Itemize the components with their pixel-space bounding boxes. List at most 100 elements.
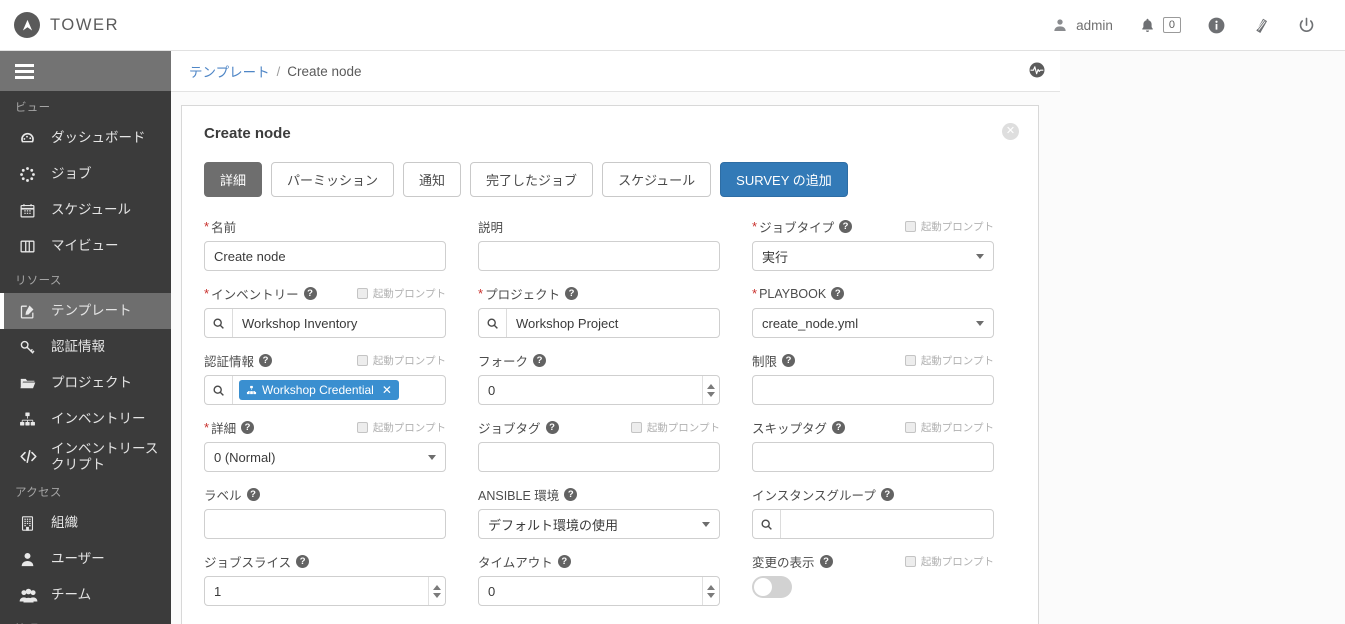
help-icon[interactable]: ?	[546, 421, 559, 434]
inventory-lookup[interactable]: Workshop Inventory	[204, 308, 446, 338]
tab-2[interactable]: 通知	[403, 162, 461, 197]
prompt-on-launch-limit[interactable]: 起動プロンプト	[905, 353, 994, 368]
tab-0[interactable]: 詳細	[204, 162, 262, 197]
help-icon[interactable]: ?	[782, 354, 795, 367]
field-timeout: タイムアウト ?	[478, 552, 720, 606]
checkbox-icon[interactable]	[905, 221, 916, 232]
instance-group-lookup[interactable]	[752, 509, 994, 539]
limit-input[interactable]	[752, 375, 994, 405]
docs-button[interactable]	[1239, 0, 1284, 50]
prompt-on-launch-job-type[interactable]: 起動プロンプト	[905, 219, 994, 234]
label-text: スキップタグ	[752, 418, 827, 437]
sidebar-item-template[interactable]: テンプレート	[0, 293, 171, 329]
tab-1[interactable]: パーミッション	[271, 162, 394, 197]
brand-logo-group[interactable]: TOWER	[14, 12, 119, 38]
ansible-env-select[interactable]: デフォルト環境の使用	[478, 509, 720, 539]
job-type-select[interactable]: 実行	[752, 241, 994, 271]
help-icon[interactable]: ?	[304, 287, 317, 300]
sidebar-item-person[interactable]: ユーザー	[0, 541, 171, 577]
tab-5[interactable]: SURVEY の追加	[720, 162, 848, 197]
help-icon[interactable]: ?	[820, 555, 833, 568]
skip-tags-input[interactable]	[752, 442, 994, 472]
prompt-label: 起動プロンプト	[373, 286, 446, 301]
sidebar-item-key[interactable]: 認証情報	[0, 329, 171, 365]
stepper-arrows-icon[interactable]	[702, 376, 719, 404]
credential-lookup[interactable]: Workshop Credential ✕	[204, 375, 446, 405]
notifications-button[interactable]: 0	[1126, 0, 1194, 50]
hamburger-icon	[15, 64, 34, 79]
credential-chip[interactable]: Workshop Credential ✕	[239, 380, 399, 400]
search-icon[interactable]	[753, 510, 781, 538]
top-bar: TOWER admin 0	[0, 0, 1345, 51]
job-tags-input[interactable]	[478, 442, 720, 472]
info-button[interactable]	[1194, 0, 1239, 50]
sidebar-item-jobs[interactable]: ジョブ	[0, 156, 171, 192]
labels-input[interactable]	[204, 509, 446, 539]
sidebar-item-team[interactable]: チーム	[0, 577, 171, 613]
help-icon[interactable]: ?	[296, 555, 309, 568]
close-icon[interactable]: ✕	[1002, 123, 1019, 140]
template-icon	[19, 303, 45, 320]
prompt-on-launch-skip-tags[interactable]: 起動プロンプト	[905, 420, 994, 435]
prompt-on-launch-verbosity[interactable]: 起動プロンプト	[357, 420, 446, 435]
remove-credential-icon[interactable]: ✕	[382, 383, 392, 397]
description-input[interactable]	[478, 241, 720, 271]
breadcrumb-parent-link[interactable]: テンプレート	[189, 61, 270, 81]
verbosity-select[interactable]: 0 (Normal)	[204, 442, 446, 472]
job-slicing-stepper[interactable]	[204, 576, 446, 606]
sidebar-item-folder[interactable]: プロジェクト	[0, 365, 171, 401]
checkbox-icon[interactable]	[905, 355, 916, 366]
help-icon[interactable]: ?	[247, 488, 260, 501]
prompt-on-launch-job-tags[interactable]: 起動プロンプト	[631, 420, 720, 435]
help-icon[interactable]: ?	[831, 287, 844, 300]
breadcrumb-current: Create node	[287, 64, 361, 79]
sidebar-item-myview[interactable]: マイビュー	[0, 228, 171, 264]
help-icon[interactable]: ?	[241, 421, 254, 434]
help-icon[interactable]: ?	[881, 488, 894, 501]
help-icon[interactable]: ?	[839, 220, 852, 233]
checkbox-icon[interactable]	[357, 355, 368, 366]
help-icon[interactable]: ?	[533, 354, 546, 367]
help-icon[interactable]: ?	[558, 555, 571, 568]
sidebar-item-inventory[interactable]: インベントリー	[0, 401, 171, 437]
search-icon[interactable]	[479, 309, 507, 337]
sidebar-item-code[interactable]: インベントリースクリプト	[0, 437, 171, 476]
prompt-on-launch-inventory[interactable]: 起動プロンプト	[357, 286, 446, 301]
name-input[interactable]	[204, 241, 446, 271]
prompt-on-launch-credential[interactable]: 起動プロンプト	[357, 353, 446, 368]
jobs-icon	[19, 166, 45, 183]
forks-input[interactable]	[478, 375, 720, 405]
prompt-on-launch-show-changes[interactable]: 起動プロンプト	[905, 554, 994, 569]
sidebar-item-dashboard[interactable]: ダッシュボード	[0, 120, 171, 156]
tab-3[interactable]: 完了したジョブ	[470, 162, 593, 197]
checkbox-icon[interactable]	[357, 288, 368, 299]
help-icon[interactable]: ?	[832, 421, 845, 434]
forks-stepper[interactable]	[478, 375, 720, 405]
sidebar-item-calendar[interactable]: スケジュール	[0, 192, 171, 228]
stepper-arrows-icon[interactable]	[702, 577, 719, 605]
help-icon[interactable]: ?	[564, 488, 577, 501]
activity-stream-icon[interactable]	[1028, 61, 1046, 82]
search-icon[interactable]	[205, 309, 233, 337]
sidebar-item-label: スケジュール	[51, 202, 131, 218]
project-lookup[interactable]: Workshop Project	[478, 308, 720, 338]
logout-button[interactable]	[1284, 0, 1329, 50]
checkbox-icon[interactable]	[905, 556, 916, 567]
sidebar-item-building[interactable]: 組織	[0, 505, 171, 541]
checkbox-icon[interactable]	[631, 422, 642, 433]
timeout-stepper[interactable]	[478, 576, 720, 606]
help-icon[interactable]: ?	[565, 287, 578, 300]
stepper-arrows-icon[interactable]	[428, 577, 445, 605]
job-slicing-input[interactable]	[204, 576, 446, 606]
timeout-input[interactable]	[478, 576, 720, 606]
sidebar-toggle-button[interactable]	[0, 51, 171, 91]
tab-4[interactable]: スケジュール	[602, 162, 711, 197]
user-menu[interactable]: admin	[1039, 0, 1126, 50]
building-icon	[19, 515, 45, 532]
help-icon[interactable]: ?	[259, 354, 272, 367]
checkbox-icon[interactable]	[357, 422, 368, 433]
playbook-select[interactable]: create_node.yml	[752, 308, 994, 338]
show-changes-toggle[interactable]	[752, 576, 792, 598]
search-icon[interactable]	[205, 376, 233, 404]
checkbox-icon[interactable]	[905, 422, 916, 433]
